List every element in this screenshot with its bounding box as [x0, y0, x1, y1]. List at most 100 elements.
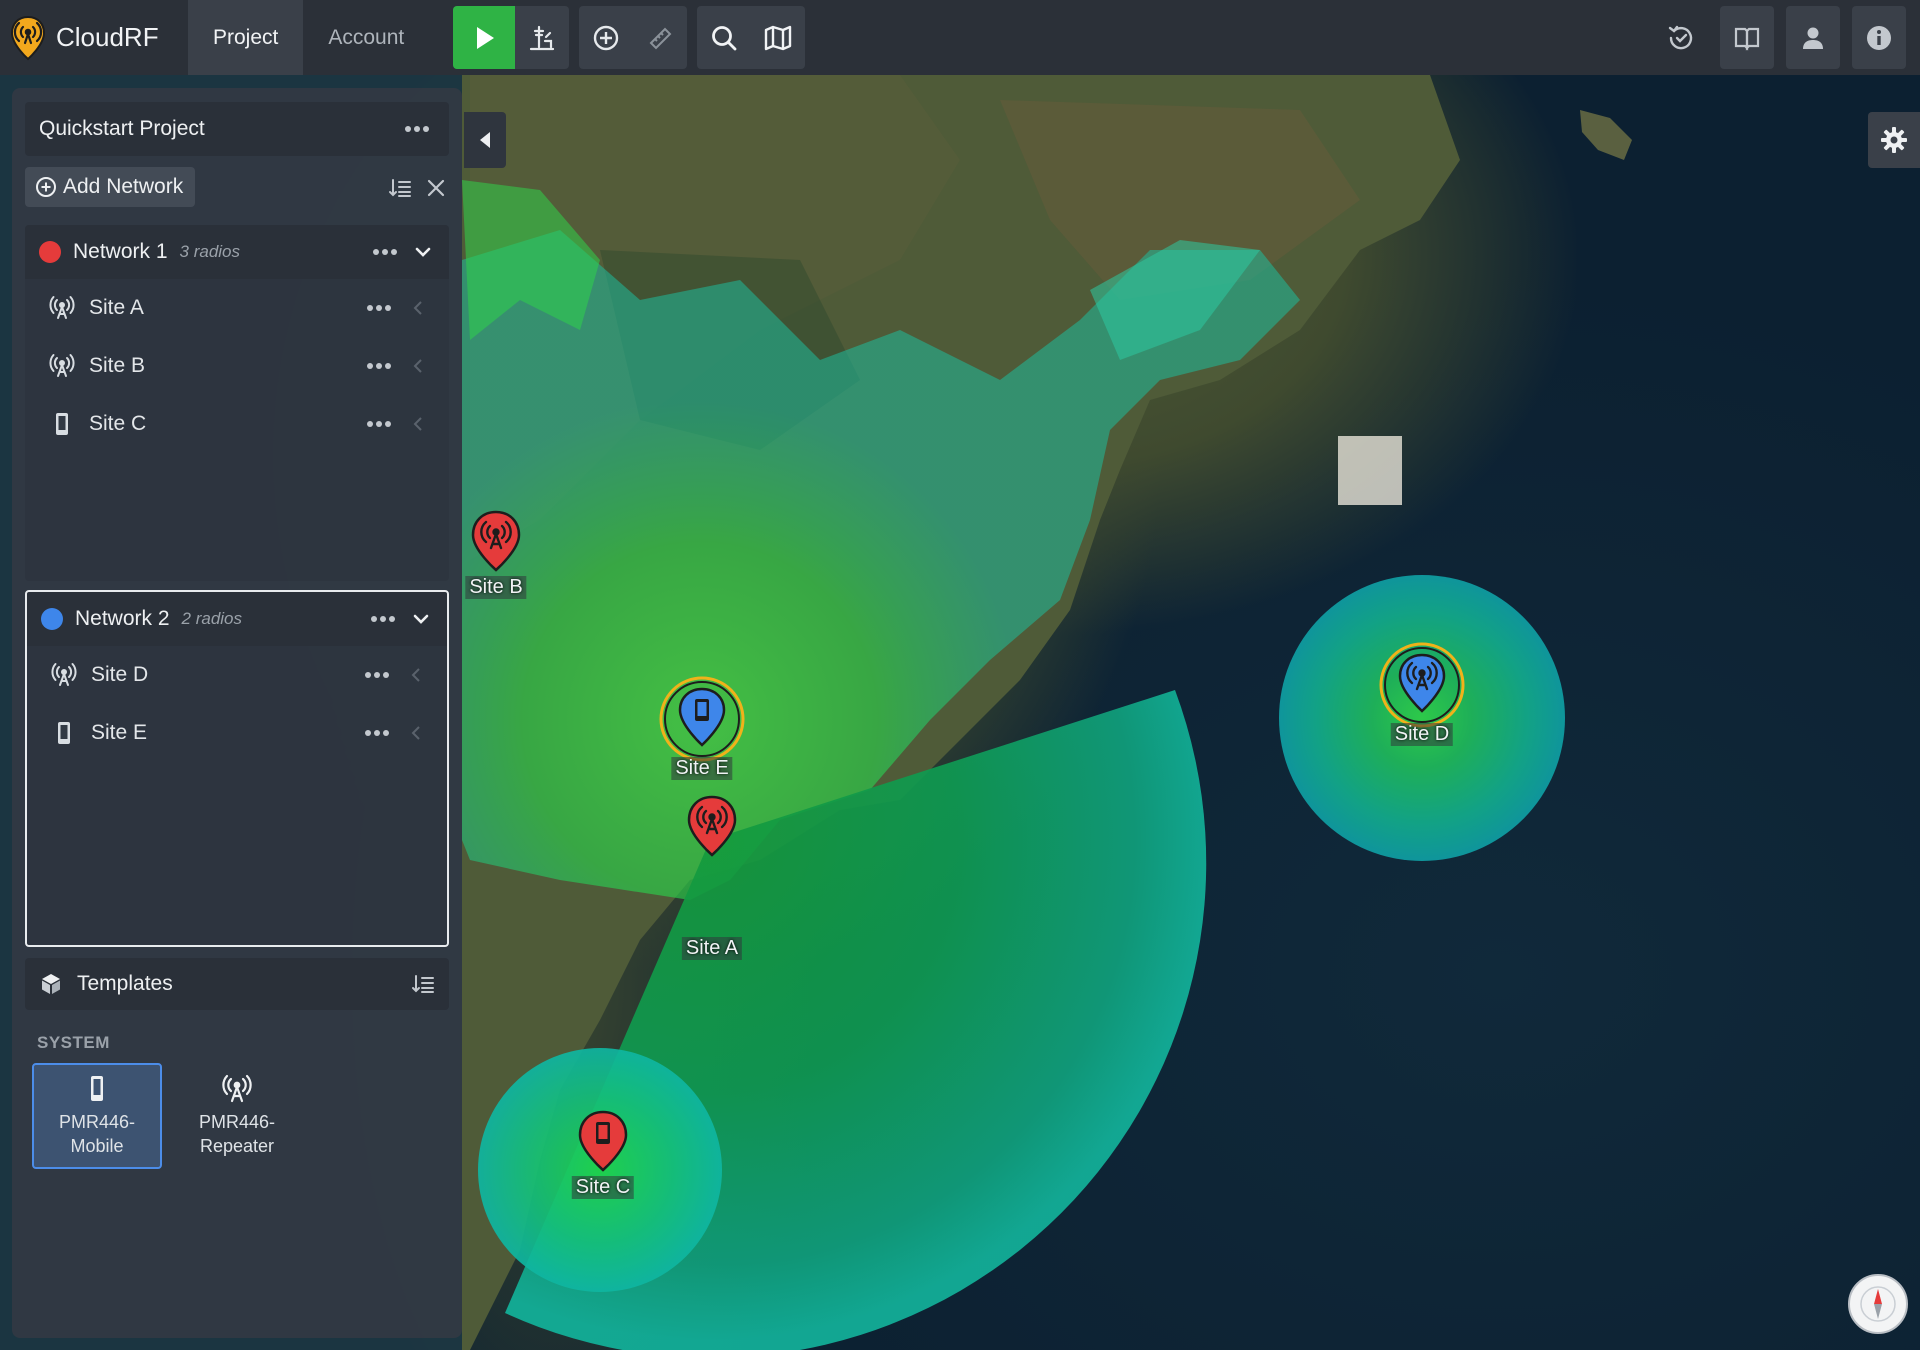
template-pmr446-mobile[interactable]: PMR446- Mobile	[32, 1063, 162, 1169]
site-menu-icon[interactable]	[367, 363, 391, 369]
site-name: Site E	[91, 721, 148, 744]
book-icon	[1734, 27, 1760, 51]
search-button[interactable]	[697, 6, 751, 69]
network-card-selected: Network 2 2 radios Site D Site E	[25, 590, 449, 947]
run-button[interactable]	[453, 6, 516, 69]
antenna-path-icon	[530, 25, 555, 50]
compass-button[interactable]	[1848, 1274, 1908, 1334]
add-site-button[interactable]	[579, 6, 633, 69]
templates-section-label: SYSTEM	[37, 1033, 110, 1052]
chevron-left-icon[interactable]	[411, 358, 425, 374]
chevron-left-icon[interactable]	[411, 416, 425, 432]
draw-group	[579, 6, 688, 69]
project-menu-icon[interactable]	[405, 126, 429, 132]
map-marker-label: Site B	[465, 576, 527, 599]
sort-icon[interactable]	[411, 972, 435, 996]
cloudrf-logo-icon	[10, 15, 46, 60]
network-menu-icon[interactable]	[373, 249, 397, 255]
project-panel: Quickstart Project Add Network Network 1…	[12, 88, 462, 1338]
template-label-line1: PMR446-	[198, 1112, 276, 1132]
site-menu-icon[interactable]	[365, 672, 389, 678]
site-menu-icon[interactable]	[365, 730, 389, 736]
site-menu-icon[interactable]	[367, 421, 391, 427]
run-group	[453, 6, 570, 69]
brand[interactable]: CloudRF	[0, 0, 188, 75]
user-button[interactable]	[1786, 6, 1840, 69]
chevron-left-icon[interactable]	[411, 300, 425, 316]
caret-left-icon	[480, 132, 490, 148]
tab-account[interactable]: Account	[303, 0, 429, 75]
chevron-down-icon[interactable]	[411, 609, 431, 629]
project-title: Quickstart Project	[39, 117, 205, 140]
history-button[interactable]	[1654, 6, 1708, 69]
site-row-site-b[interactable]: Site B	[25, 337, 449, 395]
network-name: Network 1	[73, 240, 168, 263]
map-marker-label: Site D	[1390, 723, 1454, 746]
network-color-dot	[41, 608, 63, 630]
plus-circle-icon	[594, 25, 619, 50]
site-name: Site C	[89, 412, 147, 435]
right-toolbar	[1654, 6, 1920, 69]
mobile-icon	[596, 1122, 610, 1144]
site-row-site-c[interactable]: Site C	[25, 395, 449, 453]
project-header[interactable]: Quickstart Project	[25, 102, 449, 156]
network-radio-count: 2 radios	[181, 609, 243, 628]
mobile-icon	[695, 699, 709, 721]
network-header[interactable]: Network 1 3 radios	[25, 225, 449, 279]
map-pin-icon	[471, 510, 521, 572]
network-color-dot	[39, 241, 61, 263]
network-card: Network 1 3 radios Site A Site B Site C	[25, 225, 449, 581]
map-settings-button[interactable]	[1868, 112, 1920, 168]
map-marker-label: Site E	[671, 757, 733, 780]
template-label-line2: Repeater	[199, 1136, 275, 1156]
map-pin-selected-icon	[1379, 642, 1465, 728]
plus-circle-icon	[36, 177, 56, 197]
tab-label: Project	[213, 25, 279, 49]
map-layers-button[interactable]	[751, 6, 805, 69]
collapse-panel-button[interactable]	[464, 112, 506, 168]
map-marker-label: Site C	[571, 1176, 635, 1199]
site-menu-icon[interactable]	[367, 305, 391, 311]
site-row-site-a[interactable]: Site A	[25, 279, 449, 337]
compass-icon	[1860, 1286, 1896, 1322]
info-button[interactable]	[1852, 6, 1906, 69]
search-icon	[712, 25, 737, 50]
gear-icon	[1881, 127, 1907, 153]
mobile-icon	[58, 722, 70, 744]
antenna-icon	[49, 296, 75, 319]
measure-button[interactable]	[633, 6, 687, 69]
network-menu-icon[interactable]	[371, 616, 395, 622]
user-icon	[1803, 27, 1823, 49]
sort-icon[interactable]	[388, 176, 412, 200]
map-icon	[765, 25, 792, 50]
top-toolbar: CloudRF Project Account	[0, 0, 1920, 75]
close-icon[interactable]	[424, 176, 448, 200]
add-network-label: Add Network	[63, 175, 184, 198]
antenna-icon	[51, 663, 77, 686]
add-network-button[interactable]: Add Network	[25, 167, 196, 207]
app-name: CloudRF	[56, 22, 159, 52]
templates-header[interactable]: Templates	[25, 958, 449, 1010]
template-pmr446-repeater[interactable]: PMR446- Repeater	[172, 1063, 302, 1169]
history-icon	[1668, 25, 1693, 49]
site-name: Site B	[89, 354, 146, 377]
site-row-site-d[interactable]: Site D	[27, 646, 447, 704]
docs-button[interactable]	[1720, 6, 1774, 69]
network-header[interactable]: Network 2 2 radios	[27, 592, 447, 646]
ruler-icon	[649, 27, 672, 49]
antenna-icon	[222, 1074, 252, 1103]
cube-icon	[42, 974, 60, 994]
tab-label: Account	[328, 25, 405, 49]
chevron-left-icon[interactable]	[409, 667, 423, 683]
map-pin-icon	[578, 1110, 628, 1172]
tab-project[interactable]: Project	[188, 0, 304, 75]
chevron-down-icon[interactable]	[413, 242, 433, 262]
mobile-icon	[56, 413, 68, 435]
network-radio-count: 3 radios	[179, 242, 241, 261]
antenna-icon	[49, 354, 75, 377]
site-row-site-e[interactable]: Site E	[27, 704, 447, 762]
site-name: Site D	[91, 663, 149, 686]
path-profile-button[interactable]	[515, 6, 569, 69]
map-marker-label: Site A	[681, 937, 743, 960]
chevron-left-icon[interactable]	[409, 725, 423, 741]
